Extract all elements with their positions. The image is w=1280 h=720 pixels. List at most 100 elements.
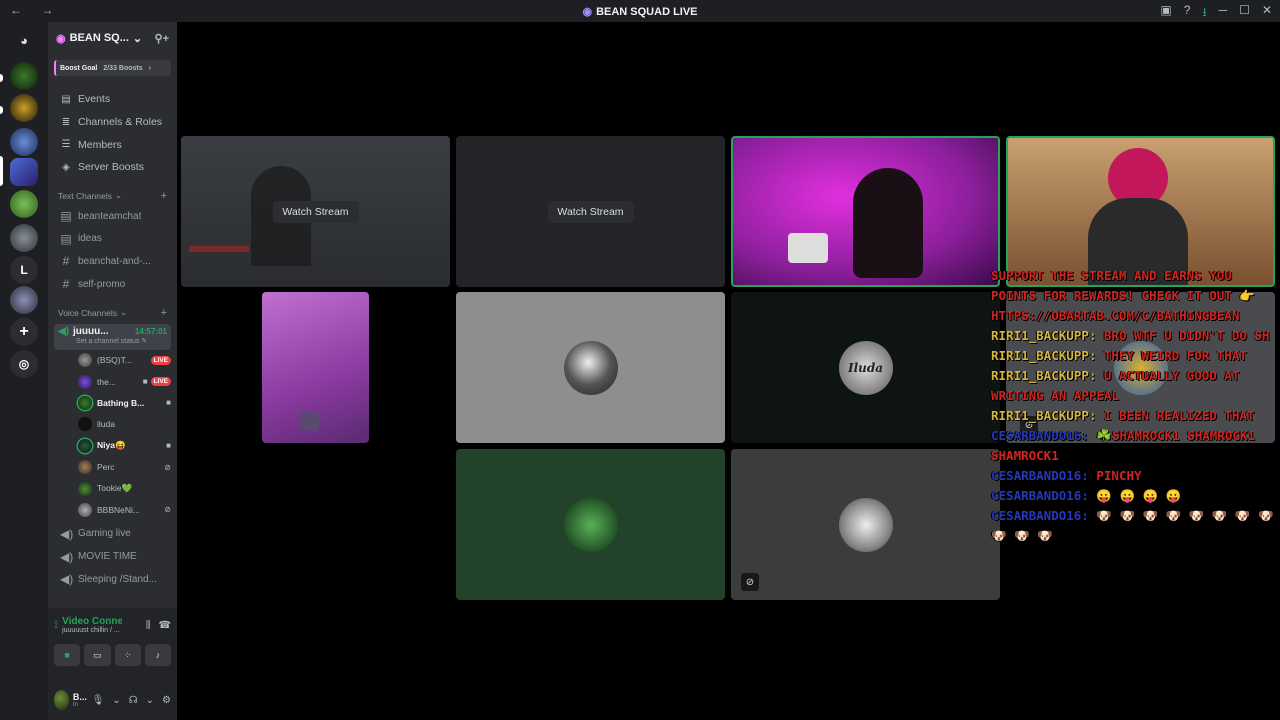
menu-channels-roles[interactable]: ≣ Channels & Roles xyxy=(48,111,177,134)
disconnect-icon[interactable]: ☎ xyxy=(159,620,171,631)
voice-channel-active[interactable]: ◀) juuuu... 14:57:01 Set a channel status … xyxy=(54,323,171,350)
chat-message: CESARBANDO16: 🐶 🐶 🐶 🐶 🐶 🐶 🐶 🐶 🐶 🐶 🐶 xyxy=(991,506,1280,546)
voice-user[interactable]: (BSQ)T... LIVE xyxy=(48,350,177,371)
chevron-down-icon[interactable]: ⌄ xyxy=(112,695,120,706)
channel-beanchat[interactable]: # beanchat-and-... xyxy=(48,250,177,273)
add-channel-icon[interactable]: + xyxy=(161,307,167,319)
camera-tile-3[interactable] xyxy=(262,292,369,443)
settings-icon[interactable]: ⚙ xyxy=(162,695,171,706)
activities-button[interactable]: ⁘ xyxy=(114,644,141,666)
server-icon-5[interactable] xyxy=(10,224,38,252)
voice-channel-sleeping[interactable]: ◀) Sleeping /Stand... xyxy=(48,568,177,591)
server-icon-3[interactable] xyxy=(10,128,38,156)
maximize-button[interactable]: ☐ xyxy=(1239,3,1250,24)
menu-server-boosts[interactable]: ◈ Server Boosts xyxy=(48,156,177,179)
server-menu: ▤ Events ≣ Channels & Roles ☰ Members ◈ Serv… xyxy=(48,88,177,179)
avatar[interactable] xyxy=(54,690,69,710)
invite-icon[interactable]: ⚲+ xyxy=(155,32,169,45)
server-icon-1[interactable] xyxy=(10,62,38,90)
server-name: BEAN SQ... xyxy=(69,32,129,44)
window-title: ◉ BEAN SQUAD LIVE xyxy=(0,5,1280,18)
menu-events[interactable]: ▤ Events xyxy=(48,88,177,111)
boost-icon: ◈ xyxy=(62,161,70,173)
channel-label: beanteamchat xyxy=(78,210,142,222)
muted-mic-icon: ⊘ xyxy=(741,573,759,591)
voice-user[interactable]: the... ■ LIVE xyxy=(48,371,177,392)
avatar xyxy=(78,353,92,368)
menu-label: Members xyxy=(78,138,122,151)
server-header[interactable]: ◉ BEAN SQ... ⌄ ⚲+ xyxy=(48,22,177,54)
voice-user[interactable]: Niya😝 ■ xyxy=(48,435,177,456)
voice-user[interactable]: iluda xyxy=(48,414,177,435)
boost-goal-bar[interactable]: Boost Goal 2/33 Boosts › xyxy=(54,60,171,76)
text-channel-icon: ▤ xyxy=(60,209,72,224)
category-text-channels[interactable]: Text Channels ⌄ + xyxy=(48,187,177,205)
voice-status[interactable]: Video Connected xyxy=(62,616,122,627)
watch-stream-button[interactable]: Watch Stream xyxy=(272,200,359,223)
channel-ideas[interactable]: ▤ ideas xyxy=(48,227,177,250)
help-icon[interactable]: ? xyxy=(1184,3,1191,24)
add-channel-icon[interactable]: + xyxy=(161,190,167,202)
screen-share-button[interactable]: ▭ xyxy=(84,644,111,666)
channel-label: Gaming live xyxy=(78,528,131,540)
server-icon-letter[interactable]: L xyxy=(10,256,38,284)
camera-button[interactable]: ■ xyxy=(54,644,81,666)
voice-channel-movie-time[interactable]: ◀) MOVIE TIME xyxy=(48,545,177,568)
avatar-tile-iluda[interactable]: Iluda xyxy=(731,292,1000,443)
object-shape xyxy=(298,410,322,432)
avatar-tile-1[interactable] xyxy=(456,292,725,443)
server-icon-4[interactable] xyxy=(10,190,38,218)
server-icon-6[interactable] xyxy=(10,286,38,314)
voice-user[interactable]: BBBNeNi... ⊘ xyxy=(48,499,177,520)
minimize-button[interactable]: ─ xyxy=(1219,3,1228,24)
channel-label: self-promo xyxy=(78,278,126,290)
chat-user: RIRI1_BACKUPP: xyxy=(991,328,1097,343)
chat-message: SUPPORT THE STREAM AND EARNS YOU POINTS … xyxy=(991,266,1280,326)
chat-text: BRO WTF U DIDN'T DO SH xyxy=(1103,328,1270,343)
voice-user[interactable]: Perc ⊘ xyxy=(48,456,177,477)
person-silhouette xyxy=(853,168,923,278)
server-badge-icon: ◉ xyxy=(56,32,66,45)
headphones-icon[interactable]: ☊ xyxy=(129,695,138,706)
camera-tile-1[interactable] xyxy=(731,136,1000,287)
close-button[interactable]: ✕ xyxy=(1262,3,1272,24)
microphone-icon[interactable]: 🎙 xyxy=(92,695,105,706)
voice-user[interactable]: Tookie💚 xyxy=(48,478,177,499)
avatar-tile-3[interactable] xyxy=(456,449,725,600)
server-icon-bean-squad[interactable] xyxy=(10,158,38,186)
explore-icon[interactable]: ◎ xyxy=(10,350,38,378)
avatar xyxy=(78,481,92,496)
watch-stream-button[interactable]: Watch Stream xyxy=(547,200,634,223)
channel-beanteamchat[interactable]: ▤ beanteamchat xyxy=(48,205,177,228)
chat-user: CESARBANDO16: xyxy=(991,488,1089,503)
discord-home-icon[interactable]: ◕ xyxy=(10,26,38,54)
menu-members[interactable]: ☰ Members xyxy=(48,133,177,156)
stream-tile-2[interactable]: Watch Stream xyxy=(456,136,725,287)
controller-shape xyxy=(788,233,828,263)
title-bar: ← → ◉ BEAN SQUAD LIVE ▣ ? ⭳ ─ ☐ ✕ xyxy=(0,0,1280,22)
add-server-icon[interactable]: + xyxy=(10,318,38,346)
chevron-down-icon: ⌄ xyxy=(120,307,128,317)
inbox-icon[interactable]: ▣ xyxy=(1160,3,1171,24)
server-icon-2[interactable] xyxy=(10,94,38,122)
camera-tile-2[interactable] xyxy=(1006,136,1275,287)
chat-text: THEY WEIRD FOR THAT xyxy=(1103,348,1247,363)
chat-user: RIRI1_BACKUPP: xyxy=(991,348,1097,363)
soundboard-icon[interactable]: ⫼ xyxy=(146,620,151,631)
chevron-down-icon[interactable]: ⌄ xyxy=(146,695,154,706)
category-voice-channels[interactable]: Voice Channels ⌄ + xyxy=(48,304,177,322)
speaker-icon: ◀) xyxy=(60,526,74,541)
soundboard-button[interactable]: ♪ xyxy=(144,644,171,666)
voice-channel-gaming-live[interactable]: ◀) Gaming live xyxy=(48,523,177,546)
stream-tile-1[interactable]: Watch Stream xyxy=(181,136,450,287)
channel-status[interactable]: Set a channel status xyxy=(76,338,139,345)
download-icon[interactable]: ⭳ xyxy=(1202,3,1206,24)
pencil-icon[interactable]: ✎ xyxy=(141,338,147,345)
signal-icon[interactable]: ⟟ xyxy=(54,619,58,632)
chevron-down-icon: ⌄ xyxy=(132,32,143,45)
avatar-tile-4[interactable]: ⊘ xyxy=(731,449,1000,600)
chat-message: CESARBANDO16: 😛 😛 😛 😛 xyxy=(991,486,1280,506)
channel-self-promo[interactable]: # self-promo xyxy=(48,273,177,296)
voice-channel-link[interactable]: juuuuust chillin / ... xyxy=(62,627,122,634)
voice-user[interactable]: Bathing B... ■ xyxy=(48,392,177,413)
